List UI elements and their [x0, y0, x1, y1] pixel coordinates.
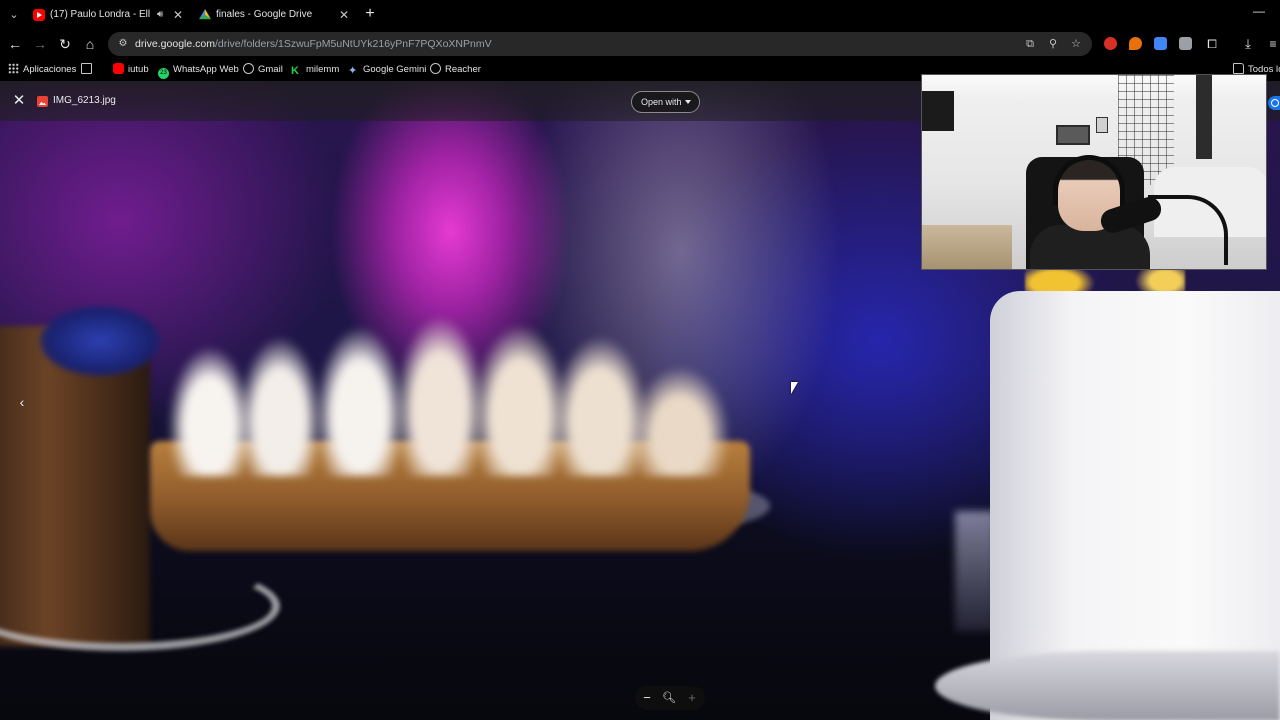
extension-flame-icon[interactable]	[1129, 37, 1142, 50]
file-name: IMG_6213.jpg	[53, 95, 116, 106]
caret-down-icon	[685, 100, 691, 104]
bookmark-label: Gmail	[258, 64, 283, 75]
new-tab-button[interactable]: +	[362, 5, 378, 23]
google-drive-icon	[199, 9, 211, 20]
extension-stack-icon[interactable]	[1179, 37, 1192, 50]
bookmark-label: iutub	[128, 64, 149, 75]
close-tab-icon[interactable]: ✕	[338, 4, 350, 26]
open-with-label: Open with	[641, 97, 682, 107]
zoom-controls: − 🔍︎ +	[635, 686, 705, 710]
tab-title: finales - Google Drive	[216, 9, 313, 20]
youtube-icon	[33, 9, 45, 21]
tab-google-drive[interactable]: finales - Google Drive ✕	[199, 4, 354, 26]
bookmark-iutub[interactable]: iutub	[113, 62, 149, 78]
extension-translate-icon[interactable]	[1154, 37, 1167, 50]
bookmark-reacher[interactable]: Reacher	[430, 62, 481, 78]
extensions-puzzle-icon[interactable]: ⧠	[1203, 35, 1221, 53]
tab-youtube[interactable]: (17) Paulo Londra - Ella (Of 🔊︎ ✕	[33, 4, 183, 26]
bookmark-grid[interactable]	[81, 62, 96, 78]
zoom-icon[interactable]: ⚲	[1046, 37, 1060, 51]
side-panel-badge-icon[interactable]	[1268, 96, 1280, 110]
forward-button[interactable]: →	[31, 35, 49, 53]
globe-icon	[430, 63, 441, 74]
whatsapp-icon: 23	[158, 68, 169, 79]
install-app-icon[interactable]: ⧉	[1023, 37, 1037, 51]
gemini-icon: ✦	[348, 65, 358, 77]
menu-icon[interactable]: ≡	[1264, 35, 1280, 53]
url-text[interactable]: drive.google.com/drive/folders/1SzwuFpM5…	[135, 32, 492, 56]
reload-button[interactable]: ↻	[56, 35, 74, 53]
tab-search-chevron-icon[interactable]: ⌄	[6, 7, 22, 23]
tab-title: (17) Paulo Londra - Ella (Of	[50, 9, 150, 20]
zoom-out-button[interactable]: −	[638, 689, 656, 707]
url-host: drive.google.com	[135, 38, 215, 50]
downloads-icon[interactable]: ⤓	[1239, 35, 1257, 53]
open-with-button[interactable]: Open with	[631, 91, 700, 113]
apps-grid-icon	[8, 63, 19, 74]
close-viewer-icon[interactable]: ✕	[10, 92, 28, 110]
globe-icon	[243, 63, 254, 74]
zoom-in-button[interactable]: +	[683, 689, 701, 707]
previous-image-button[interactable]: ‹	[14, 393, 30, 411]
bookmark-milemm[interactable]: Kmilemm	[291, 62, 339, 78]
bookmark-aplicaciones[interactable]: Aplicaciones	[8, 62, 76, 78]
bookmark-label: milemm	[306, 64, 340, 75]
image-file-icon	[37, 96, 48, 107]
extension-red-icon[interactable]	[1104, 37, 1117, 50]
back-button[interactable]: ←	[6, 35, 24, 53]
bookmark-whatsapp[interactable]: 23 WhatsApp Web	[158, 62, 239, 79]
speaker-icon[interactable]: 🔊︎	[157, 4, 169, 26]
mouse-cursor-icon	[791, 382, 798, 394]
browser-toolbar: ← → ↻ ⌂ ⚙ drive.google.com/drive/folders…	[0, 29, 1280, 59]
bookmark-google-gemini[interactable]: ✦ Google Gemini	[348, 62, 426, 78]
webcam-overlay	[921, 74, 1267, 270]
close-tab-icon[interactable]: ✕	[172, 4, 184, 26]
youtube-icon	[113, 63, 124, 74]
bookmark-label: Reacher	[445, 64, 481, 75]
folder-icon	[1233, 63, 1244, 74]
address-bar[interactable]: ⚙ drive.google.com/drive/folders/1SzwuFp…	[108, 32, 1092, 56]
bookmark-gmail[interactable]: Gmail	[243, 62, 283, 78]
grid-icon	[81, 63, 92, 74]
minimize-window-button[interactable]: —	[1252, 4, 1266, 22]
k-icon: K	[291, 65, 299, 77]
bookmark-label: WhatsApp Web	[173, 64, 239, 75]
tab-strip: ⌄ (17) Paulo Londra - Ella (Of 🔊︎ ✕ fina…	[0, 0, 1280, 29]
url-path: /drive/folders/1SzwuFpM5uNtUYk216yPnF7PQ…	[214, 38, 492, 50]
zoom-magnifier-icon[interactable]: 🔍︎	[660, 689, 678, 707]
bookmark-label: Aplicaciones	[23, 64, 77, 75]
bookmark-star-icon[interactable]: ☆	[1069, 37, 1083, 51]
home-button[interactable]: ⌂	[81, 35, 99, 53]
site-info-icon[interactable]: ⚙	[116, 37, 130, 51]
bookmark-label: Google Gemini	[363, 64, 427, 75]
